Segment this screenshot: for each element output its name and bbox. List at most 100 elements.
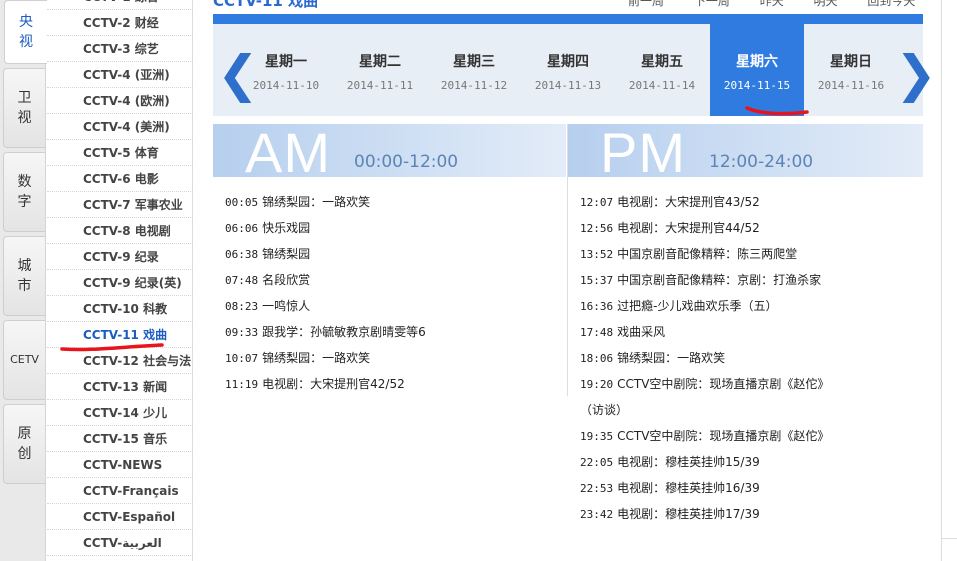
channel-item-cctv-francais[interactable]: CCTV-Français [47,478,193,504]
program-title: 戏曲采风 [617,325,666,339]
program-item: 07:48 名段欣赏 [225,271,310,288]
day-tab-wed[interactable]: 星期三 2014-11-12 [427,24,521,116]
program-item: 09:33 跟我学：孙毓敏教京剧晴雯等6 [225,323,426,340]
program-title: 电视剧：穆桂英挂帅17/39 [617,507,760,521]
program-time: 18:06 [580,352,614,365]
category-tab-city[interactable]: 城市 [3,236,45,316]
program-time: 12:56 [580,222,614,235]
program-time: 17:48 [580,326,614,339]
program-item: 18:06 锦绣梨园：一路欢笑 [580,349,725,366]
program-item: 23:42 电视剧：穆桂英挂帅17/39 [580,505,760,522]
program-title: CCTV空中剧院：现场直播京剧《赵佗》 [617,377,830,391]
day-tab-thu[interactable]: 星期四 2014-11-13 [521,24,615,116]
program-time: 12:07 [580,196,614,209]
channel-item-cctv7[interactable]: CCTV-7 军事农业 [47,192,193,218]
channel-item-cctv-news[interactable]: CCTV-NEWS [47,452,193,478]
channel-item-cctv2[interactable]: CCTV-2 财经 [47,10,193,36]
next-week-link[interactable]: 下一周 [694,0,730,8]
yesterday-link[interactable]: 昨天 [760,0,784,8]
channel-item-cctv10[interactable]: CCTV-10 科教 [47,296,193,322]
channel-list: CCTV-1 综合 CCTV-2 财经 CCTV-3 综艺 CCTV-4 (亚洲… [47,0,193,561]
program-title: 名段欣赏 [262,273,311,287]
program-time: 11:19 [225,378,259,391]
day-name: 星期一 [265,54,307,70]
channel-item-cctv-espanol[interactable]: CCTV-Español [47,504,193,530]
program-title: 电视剧：穆桂英挂帅16/39 [617,481,760,495]
program-title: CCTV空中剧院：现场直播京剧《赵佗》 [617,429,830,443]
program-title: 锦绣梨园：一路欢笑 [262,351,371,365]
pm-header: PM 12:00-24:00 [568,124,923,177]
program-title: 中国京剧音配像精粹：京剧：打渔杀家 [617,273,822,287]
channel-item-cctv9[interactable]: CCTV-9 纪录 [47,244,193,270]
channel-item-cctv11[interactable]: CCTV-11 戏曲 [47,322,193,348]
channel-item-cctv1[interactable]: CCTV-1 综合 [47,0,193,10]
program-title: 锦绣梨园：一路欢笑 [617,351,726,365]
pm-label: PM [600,124,686,177]
channel-item-cctv13[interactable]: CCTV-13 新闻 [47,374,193,400]
category-tab-satellite[interactable]: 卫视 [3,68,45,148]
program-item: 13:52 中国京剧音配像精粹：陈三两爬堂 [580,245,797,262]
program-title: 锦绣梨园 [262,247,311,261]
program-time: 19:35 [580,430,614,443]
category-tab-label: 数字 [17,174,32,210]
program-time: 23:42 [580,508,614,521]
program-title: 过把瘾-少儿戏曲欢乐季（五） [617,299,778,313]
tomorrow-link[interactable]: 明天 [814,0,838,8]
channel-item-cctv12[interactable]: CCTV-12 社会与法 [47,348,193,374]
channel-item-cctv15[interactable]: CCTV-15 音乐 [47,426,193,452]
category-tab-cetv[interactable]: CETV [3,320,45,400]
program-item: 00:05 锦绣梨园：一路欢笑 [225,193,370,210]
day-tab-fri[interactable]: 星期五 2014-11-14 [615,24,709,116]
week-selector: ❮ 星期一 2014-11-10 星期二 2014-11-11 星期三 2014… [213,14,937,116]
category-tab-original[interactable]: 原创 [3,404,45,484]
program-item: 16:36 过把瘾-少儿戏曲欢乐季（五） [580,297,777,314]
day-date: 2014-11-12 [440,79,508,92]
am-label: AM [245,124,331,177]
program-time: 10:07 [225,352,259,365]
am-header: AM 00:00-12:00 [213,124,566,177]
day-name: 星期二 [359,54,401,70]
channel-item-cctv4-america[interactable]: CCTV-4 (美洲) [47,114,193,140]
day-date: 2014-11-10 [252,79,320,92]
category-tab-digital[interactable]: 数字 [3,152,45,232]
program-time: 08:23 [225,300,259,313]
today-link[interactable]: 回到今天 [867,0,915,8]
channel-item-cctv3[interactable]: CCTV-3 综艺 [47,36,193,62]
channel-item-cctv8[interactable]: CCTV-8 电视剧 [47,218,193,244]
day-name: 星期六 [736,54,778,70]
prev-week-link[interactable]: 前一周 [628,0,664,8]
chevron-right-icon[interactable]: ❯ [895,46,937,102]
program-item-wrap: （访谈） [580,403,629,417]
program-title: 快乐戏园 [262,221,311,235]
day-tab-sat[interactable]: 星期六 2014-11-15 [710,24,804,116]
category-tab-label: 卫视 [17,90,32,126]
program-time: 15:37 [580,274,614,287]
am-range: 00:00-12:00 [354,152,459,172]
page-title: CCTV-11 戏曲 [213,0,319,10]
program-time: 22:05 [580,456,614,469]
program-title: 电视剧：大宋提刑官42/52 [262,377,405,391]
content-frame-border [941,0,942,561]
day-name: 星期日 [830,54,872,70]
channel-item-cctv9-en[interactable]: CCTV-9 纪录(英) [47,270,193,296]
day-date: 2014-11-13 [534,79,602,92]
program-time: 22:53 [580,482,614,495]
category-tab-cctv[interactable]: 央视 [4,0,47,64]
channel-item-cctv5[interactable]: CCTV-5 体育 [47,140,193,166]
day-tab-sun[interactable]: 星期日 2014-11-16 [804,24,898,116]
program-title: 一鸣惊人 [262,299,311,313]
day-name: 星期四 [547,54,589,70]
channel-item-cctv-arabic[interactable]: CCTV-العربية [47,530,193,556]
channel-item-cctv4-asia[interactable]: CCTV-4 (亚洲) [47,62,193,88]
channel-item-cctv4-europe[interactable]: CCTV-4 (欧洲) [47,88,193,114]
day-tab-mon[interactable]: 星期一 2014-11-10 [239,24,333,116]
program-item: 06:06 快乐戏园 [225,219,310,236]
channel-item-cctv14[interactable]: CCTV-14 少儿 [47,400,193,426]
channel-item-cctv6[interactable]: CCTV-6 电影 [47,166,193,192]
program-item: 22:53 电视剧：穆桂英挂帅16/39 [580,479,760,496]
program-item: 19:35 CCTV空中剧院：现场直播京剧《赵佗》 [580,427,829,444]
date-nav-links: 前一周 下一周 昨天 明天 回到今天 [628,0,941,9]
category-tab-label: 城市 [17,258,32,294]
day-tab-tue[interactable]: 星期二 2014-11-11 [333,24,427,116]
program-title: 电视剧：穆桂英挂帅15/39 [617,455,760,469]
